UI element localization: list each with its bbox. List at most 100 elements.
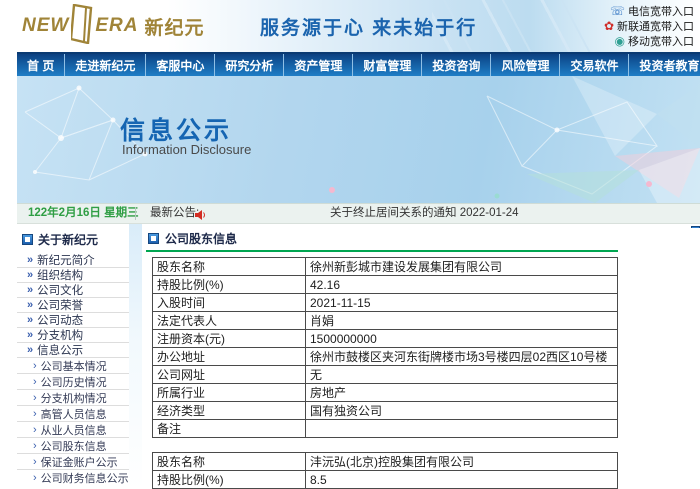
sidebar-item[interactable]: » 信息公示 xyxy=(17,342,129,357)
section-header: 公司股东信息 xyxy=(142,228,700,248)
sidebar-item-label: 公司基本情况 xyxy=(40,360,107,373)
nav-item[interactable]: 资产管理 xyxy=(283,54,352,76)
field-label: 入股时间 xyxy=(152,293,306,312)
field-label: 股东名称 xyxy=(152,452,306,471)
company-logo[interactable]: NEW ERA 新纪元 xyxy=(22,3,204,47)
field-label: 注册资本(元) xyxy=(152,329,306,348)
sidebar-item[interactable]: » 组织结构 xyxy=(17,267,129,282)
sidebar-item[interactable]: › 从业人员信息 xyxy=(17,421,129,437)
bullet-icon: » xyxy=(27,344,34,356)
sidebar-item-label: 公司财务信息公示 xyxy=(40,472,129,485)
window-icon xyxy=(148,232,159,244)
bullet-icon: › xyxy=(33,407,37,420)
main-nav: 首 页 走进新纪元 客服中心 研究分析 资产管理 财富管理 投资咨询 风险管理 … xyxy=(17,52,700,76)
table-row: 备注 xyxy=(152,419,618,438)
sidebar-item-label: 公司股东信息 xyxy=(40,440,107,453)
sidebar-item-label: 分支机构情况 xyxy=(40,392,107,405)
field-label: 公司网址 xyxy=(152,365,306,384)
table-row: 股东名称 徐州新彭城市建设发展集团有限公司 xyxy=(152,257,618,276)
nav-item[interactable]: 走进新纪元 xyxy=(64,54,145,76)
top-header: NEW ERA 新纪元 服务源于心 来未始于行 ☏ 电信宽带入口 ✿ 新联通宽带… xyxy=(17,0,700,52)
sidebar-item[interactable]: › 分支机构情况 xyxy=(17,389,129,405)
sidebar-item[interactable]: › 公司基本情况 xyxy=(17,357,129,373)
broadband-entry-link[interactable]: ☏ 电信宽带入口 xyxy=(610,3,694,18)
field-value: 肖娟 xyxy=(305,311,618,330)
sidebar: 关于新纪元 » 新纪元简介 » 组织结构 » 公司文化 » 公司荣誉 » 公司动… xyxy=(17,228,129,489)
field-label: 股东名称 xyxy=(152,257,306,276)
table-row: 所属行业 房地产 xyxy=(152,383,618,402)
bullet-icon: » xyxy=(27,329,34,341)
nav-item[interactable]: 客服中心 xyxy=(145,54,214,76)
bullet-icon: » xyxy=(27,299,34,311)
broadband-links: ☏ 电信宽带入口 ✿ 新联通宽带入口 ◉ 移动宽带入口 xyxy=(604,3,694,48)
broadband-entry-link[interactable]: ✿ 新联通宽带入口 xyxy=(604,18,694,33)
field-value: 徐州市鼓楼区夹河东街牌楼市场3号楼四层02西区10号楼 xyxy=(305,347,618,366)
table-row: 持股比例(%) 42.16 xyxy=(152,275,618,294)
nav-item[interactable]: 交易软件 xyxy=(559,54,628,76)
nav-item[interactable]: 研究分析 xyxy=(214,54,283,76)
sidebar-menu: » 新纪元简介 » 组织结构 » 公司文化 » 公司荣誉 » 公司动态 » 分支… xyxy=(17,252,129,485)
broadband-link-label: 新联通宽带入口 xyxy=(617,20,694,33)
sidebar-item[interactable]: » 公司文化 xyxy=(17,282,129,297)
sidebar-item[interactable]: › 保证金账户公示 xyxy=(17,453,129,469)
bullet-icon: › xyxy=(33,391,37,404)
bullet-icon: › xyxy=(33,423,37,436)
broadband-entry-link[interactable]: ◉ 移动宽带入口 xyxy=(615,33,694,48)
nav-item[interactable]: 首 页 xyxy=(17,54,64,76)
sidebar-title: 关于新纪元 xyxy=(38,232,99,247)
sidebar-item-label: 公司荣誉 xyxy=(37,300,84,312)
logo-text-era: ERA xyxy=(95,15,139,36)
content-gap-strip xyxy=(129,224,142,489)
nav-item[interactable]: 投资者教育 xyxy=(628,54,700,76)
sidebar-item[interactable]: » 公司荣誉 xyxy=(17,297,129,312)
sidebar-item-label: 公司文化 xyxy=(37,285,84,297)
main-content: 公司股东信息 股东名称 徐州新彭城市建设发展集团有限公司 持股比例(%) 42.… xyxy=(142,228,700,489)
bullet-icon: › xyxy=(33,471,37,484)
notice-bar: 122年2月16日 星期三 最新公告: 关于终止居间关系的通知 2022-01-… xyxy=(17,203,700,224)
sidebar-item-label: 分支机构 xyxy=(37,330,84,342)
field-label: 办公地址 xyxy=(152,347,306,366)
sidebar-item-label: 公司历史情况 xyxy=(40,376,107,389)
table-row: 公司网址 无 xyxy=(152,365,618,384)
broadband-icon: ☏ xyxy=(609,3,625,18)
nav-item[interactable]: 风险管理 xyxy=(490,54,559,76)
nav-item[interactable]: 财富管理 xyxy=(352,54,421,76)
field-value: 徐州新彭城市建设发展集团有限公司 xyxy=(305,257,618,276)
nav-item[interactable]: 投资咨询 xyxy=(421,54,490,76)
company-slogan: 服务源于心 来未始于行 xyxy=(260,18,478,39)
page-subtitle: Information Disclosure xyxy=(122,142,252,157)
broadband-link-label: 电信宽带入口 xyxy=(628,5,694,18)
announcement-link[interactable]: 关于终止居间关系的通知 2022-01-24 xyxy=(330,204,519,223)
page: NEW ERA 新纪元 服务源于心 来未始于行 ☏ 电信宽带入口 ✿ 新联通宽带… xyxy=(0,0,700,489)
table-row: 办公地址 徐州市鼓楼区夹河东街牌楼市场3号楼四层02西区10号楼 xyxy=(152,347,618,366)
sidebar-item[interactable]: » 分支机构 xyxy=(17,327,129,342)
field-label: 备注 xyxy=(152,419,306,438)
table-row: 股东名称 沣沅弘(北京)控股集团有限公司 xyxy=(152,452,618,471)
sidebar-item[interactable]: › 公司财务信息公示 xyxy=(17,469,129,485)
bullet-icon: › xyxy=(33,359,37,372)
section-divider xyxy=(146,250,618,252)
field-value: 2021-11-15 xyxy=(305,293,618,312)
field-label: 经济类型 xyxy=(152,401,306,420)
logo-text-new: NEW xyxy=(22,15,70,36)
table-row: 法定代表人 肖娟 xyxy=(152,311,618,330)
sidebar-item[interactable]: › 公司股东信息 xyxy=(17,437,129,453)
field-value: 42.16 xyxy=(305,275,618,294)
field-value: 房地产 xyxy=(305,383,618,402)
field-value: 1500000000 xyxy=(305,329,618,348)
bullet-icon: » xyxy=(27,269,34,281)
divider xyxy=(135,207,136,220)
window-icon xyxy=(22,233,33,245)
sidebar-item-label: 信息公示 xyxy=(37,345,84,357)
field-label: 所属行业 xyxy=(152,383,306,402)
field-value: 国有独资公司 xyxy=(305,401,618,420)
sidebar-item[interactable]: » 公司动态 xyxy=(17,312,129,327)
sidebar-item[interactable]: » 新纪元简介 xyxy=(17,252,129,267)
speaker-icon xyxy=(194,208,206,226)
current-date: 122年2月16日 星期三 xyxy=(28,207,139,219)
bullet-icon: » xyxy=(27,314,34,326)
sidebar-item[interactable]: › 高管人员信息 xyxy=(17,405,129,421)
sidebar-header: 关于新纪元 xyxy=(17,228,129,250)
bullet-icon: » xyxy=(27,253,34,266)
sidebar-item[interactable]: › 公司历史情况 xyxy=(17,373,129,389)
